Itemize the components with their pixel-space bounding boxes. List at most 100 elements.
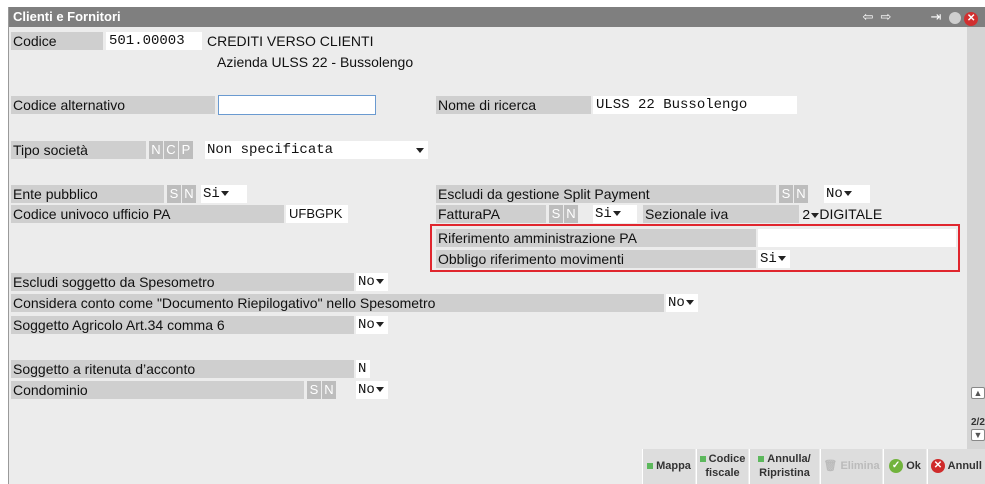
fattura-pa-label: FatturaPA [436,205,546,223]
flag-s[interactable]: S [549,205,563,223]
ritenuta-label: Soggetto a ritenuta d’acconto [11,360,354,378]
action-bar: Mappa Codice fiscale Annulla/ Ripristina… [8,449,985,484]
ente-pubblico-value: Si [203,186,220,202]
chevron-down-icon [220,190,229,196]
sezionale-iva-label: Sezionale iva [643,205,799,223]
flag-n[interactable]: N [794,185,808,203]
fattura-pa-select[interactable]: Si [593,205,637,223]
flag-n[interactable]: N [322,381,336,399]
riferimento-amm-label: Riferimento amministrazione PA [436,229,756,247]
chevron-down-icon [375,321,384,327]
flag-n[interactable]: N [182,185,196,203]
agricolo-select[interactable]: No [356,316,388,334]
condominio-select[interactable]: No [356,381,388,399]
agricolo-label: Soggetto Agricolo Art.34 comma 6 [11,316,354,334]
codice-fiscale-button[interactable]: Codice fiscale [696,449,748,484]
chevron-down-icon [416,148,424,153]
sezionale-iva-value: 2 [802,208,811,224]
window-title: Clienti e Fornitori [13,9,121,24]
documento-riepilogativo-label: Considera conto come "Documento Riepilog… [11,294,664,312]
shortcut-marker-icon [647,463,654,470]
mappa-label: Mappa [656,460,691,472]
window: Clienti e Fornitori ⇦ ⇨ ⇥ ✕ Codice 501.00… [8,7,985,484]
flag-s[interactable]: S [307,381,321,399]
scroll-down-icon[interactable]: ▼ [971,429,985,441]
fattura-pa-value: Si [595,206,612,222]
subtitle: Azienda ULSS 22 - Bussolengo [217,54,414,70]
codice-label: Codice [11,32,103,50]
ok-label: Ok [906,460,921,472]
obbligo-rif-label: Obbligo riferimento movimenti [436,250,756,268]
close-icon[interactable]: ✕ [964,12,979,26]
escludi-spesometro-label: Escludi soggetto da Spesometro [11,273,354,291]
annulla-label: Annull [947,460,982,472]
tipo-societa-select[interactable]: Non specificata [205,141,428,159]
back-arrow-icon[interactable]: ⇦ [859,7,877,27]
condominio-value: No [358,382,375,398]
title-bar: Clienti e Fornitori [9,7,985,27]
documento-riepilogativo-value: No [668,295,685,311]
ente-pubblico-flags: SN [167,185,197,203]
flag-n[interactable]: N [564,205,578,223]
obbligo-rif-value: Si [760,251,777,267]
nome-ricerca-input[interactable]: ULSS 22 Bussolengo [593,96,797,114]
chevron-down-icon [685,299,694,305]
annulla-ripristina-label-1: Annulla/ [767,453,811,465]
codice-fiscale-label-2: fiscale [705,467,740,479]
ritenuta-value[interactable]: N [356,360,370,378]
condominio-label: Condominio [11,381,304,399]
flag-p[interactable]: P [179,141,193,159]
escludi-spesometro-select[interactable]: No [356,273,388,291]
ente-pubblico-select[interactable]: Si [201,185,247,203]
annulla-ripristina-button[interactable]: Annulla/ Ripristina [749,449,819,484]
escludi-split-select[interactable]: No [824,185,870,203]
sezionale-iva-select[interactable]: 2 DIGITALE [802,205,882,225]
tipo-societa-flags: NCP [149,141,194,159]
minimize-icon[interactable] [948,11,961,24]
scrollbar[interactable] [967,27,985,484]
condominio-flags: SN [307,381,337,399]
escludi-split-flags: SN [779,185,809,203]
escludi-spesometro-value: No [358,274,375,290]
chevron-down-icon [612,210,621,216]
riferimento-amm-input[interactable] [758,229,956,247]
check-icon: ✓ [889,459,904,474]
flag-n[interactable]: N [149,141,163,159]
annulla-button[interactable]: ✕ Annull [927,449,985,484]
scroll-up-icon[interactable]: ▲ [971,387,985,399]
chevron-down-icon [843,190,852,196]
chevron-down-icon [375,278,384,284]
ok-button[interactable]: ✓ Ok [883,449,926,484]
nome-ricerca-label: Nome di ricerca [436,96,591,114]
codice-description: CREDITI VERSO CLIENTI [207,33,374,49]
page-indicator: 2/2 [971,417,985,428]
forward-arrow-icon[interactable]: ⇨ [877,7,895,27]
tipo-societa-value: Non specificata [207,142,334,158]
documento-riepilogativo-select[interactable]: No [666,294,698,312]
ente-pubblico-label: Ente pubblico [11,185,164,203]
mappa-button[interactable]: Mappa [642,449,695,484]
codice-alternativo-label: Codice alternativo [11,96,215,114]
shortcut-marker-icon [699,456,706,463]
elimina-button[interactable]: 🗑 Elimina [820,449,882,484]
flag-s[interactable]: S [779,185,793,203]
trash-icon: 🗑 [823,460,838,472]
obbligo-rif-select[interactable]: Si [758,250,790,268]
elimina-label: Elimina [840,460,880,472]
flag-c[interactable]: C [164,141,178,159]
pin-icon[interactable]: ⇥ [927,7,945,27]
sezionale-iva-desc: DIGITALE [819,206,883,222]
chevron-down-icon [375,386,384,392]
agricolo-value: No [358,317,375,333]
nav-arrows: ⇦ ⇨ [859,7,895,27]
annulla-ripristina-label-2: Ripristina [759,467,810,479]
chevron-down-icon [777,255,786,261]
escludi-split-label: Escludi da gestione Split Payment [436,185,776,203]
flag-s[interactable]: S [167,185,181,203]
shortcut-marker-icon [758,456,765,463]
codice-univoco-value[interactable]: UFBGPK [286,205,348,223]
codice-value[interactable]: 501.00003 [106,32,202,50]
close-icon: ✕ [931,459,945,474]
codice-alternativo-input[interactable] [218,95,376,115]
codice-univoco-label: Codice univoco ufficio PA [11,205,284,223]
